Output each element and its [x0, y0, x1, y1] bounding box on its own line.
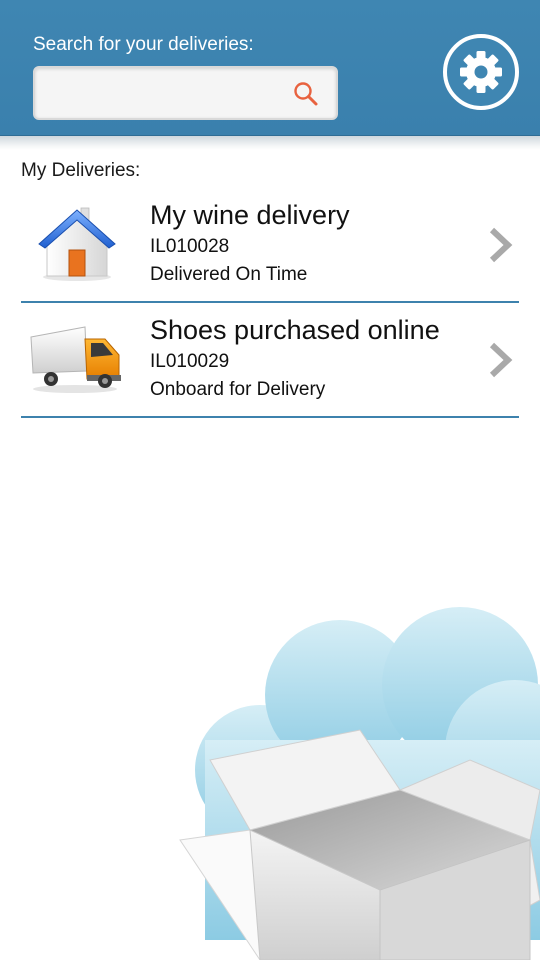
- house-icon: [38, 207, 116, 281]
- search-input[interactable]: [45, 74, 285, 112]
- delivery-title: Shoes purchased online: [150, 315, 440, 345]
- gear-icon: [460, 51, 502, 93]
- delivery-row[interactable]: Shoes purchased online IL010029 Onboard …: [21, 303, 519, 418]
- delivery-id: IL010029: [150, 351, 230, 372]
- search-label: Search for your deliveries:: [33, 34, 254, 55]
- search-icon[interactable]: [292, 80, 320, 108]
- delivery-status: Delivered On Time: [150, 264, 308, 285]
- section-title: My Deliveries:: [21, 160, 141, 181]
- header-shadow: [0, 136, 540, 150]
- delivery-row[interactable]: My wine delivery IL010028 Delivered On T…: [21, 188, 519, 303]
- delivery-status: Onboard for Delivery: [150, 379, 326, 400]
- search-box[interactable]: [33, 66, 338, 120]
- delivery-title: My wine delivery: [150, 200, 350, 230]
- truck-icon: [30, 326, 121, 393]
- chevron-right-icon[interactable]: [487, 341, 513, 379]
- cloud-box-illustration: [179, 607, 540, 960]
- delivery-id: IL010028: [150, 236, 230, 257]
- settings-button[interactable]: [443, 34, 519, 110]
- chevron-right-icon[interactable]: [487, 226, 513, 264]
- app-header: Search for your deliveries:: [0, 0, 540, 136]
